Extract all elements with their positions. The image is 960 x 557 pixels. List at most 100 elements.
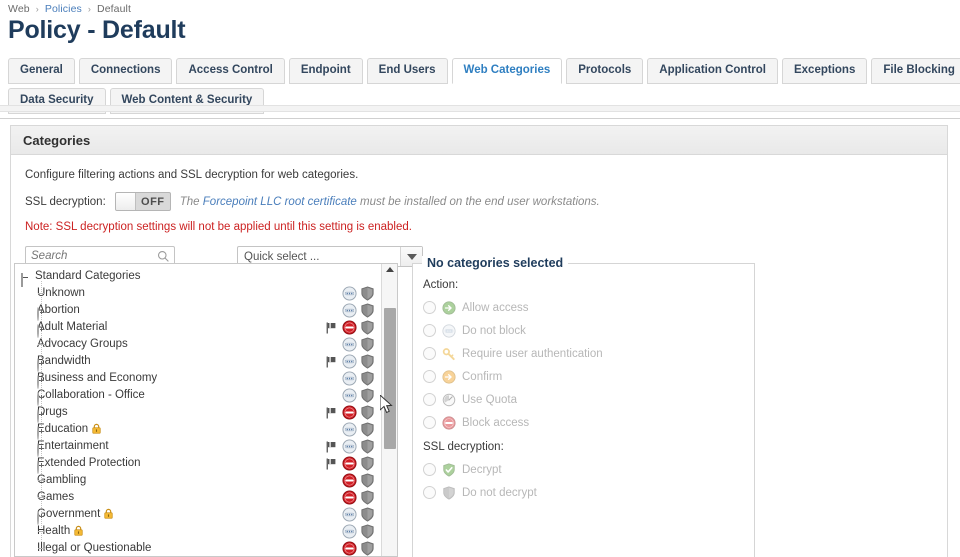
tree-row[interactable]: Abortion bbox=[15, 302, 397, 321]
option-decrypt[interactable]: Decrypt bbox=[423, 458, 754, 481]
action-icon-cell[interactable] bbox=[342, 405, 357, 420]
tree-row[interactable]: Education bbox=[15, 421, 397, 440]
tree-row[interactable]: Extended Protection bbox=[15, 455, 397, 474]
tree-row[interactable]: Bandwidth bbox=[15, 353, 397, 372]
option-confirm[interactable]: Confirm bbox=[423, 365, 754, 388]
ssl-icon-cell[interactable] bbox=[360, 422, 375, 437]
breadcrumb-separator-2: › bbox=[87, 4, 91, 14]
ssl-icon-cell[interactable] bbox=[360, 456, 375, 471]
action-icon-cell[interactable] bbox=[342, 456, 357, 471]
scroll-up-arrow-icon[interactable] bbox=[386, 267, 394, 272]
radio-button[interactable] bbox=[423, 393, 436, 406]
tab-connections[interactable]: Connections bbox=[78, 58, 173, 84]
tree-row[interactable]: Entertainment bbox=[15, 438, 397, 457]
tab-endpoint[interactable]: Endpoint bbox=[288, 58, 363, 84]
action-icon-cell[interactable] bbox=[342, 388, 357, 403]
action-icon-cell[interactable] bbox=[342, 320, 357, 335]
tree-row[interactable]: Games bbox=[15, 489, 397, 506]
option-block-access[interactable]: Block access bbox=[423, 411, 754, 434]
action-label: Action: bbox=[423, 279, 459, 291]
tree-expand-toggle[interactable] bbox=[37, 374, 46, 389]
breadcrumb-separator-1: › bbox=[35, 4, 39, 14]
option-do-not-decrypt[interactable]: Do not decrypt bbox=[423, 481, 754, 504]
tab-end-users[interactable]: End Users bbox=[366, 58, 448, 84]
confirm-icon bbox=[442, 369, 456, 384]
shield-gray-icon bbox=[361, 541, 374, 556]
tree-expand-toggle[interactable] bbox=[37, 442, 46, 457]
ssl-icon-cell[interactable] bbox=[360, 473, 375, 488]
tab-protocols[interactable]: Protocols bbox=[566, 58, 644, 84]
root-certificate-link[interactable]: Forcepoint LLC root certificate bbox=[203, 196, 357, 208]
radio-button[interactable] bbox=[423, 370, 436, 383]
tree-row[interactable]: Business and Economy bbox=[15, 370, 397, 389]
ssl-icon-cell[interactable] bbox=[360, 405, 375, 420]
shield-gray-icon bbox=[361, 354, 374, 369]
ssl-icon-cell[interactable] bbox=[360, 490, 375, 505]
ssl-icon-cell[interactable] bbox=[360, 524, 375, 539]
tree-expand-toggle[interactable] bbox=[37, 510, 46, 525]
ssl-icon-cell[interactable] bbox=[360, 286, 375, 301]
tree-expand-toggle[interactable] bbox=[37, 357, 46, 372]
ssl-icon-cell[interactable] bbox=[360, 439, 375, 454]
action-icon-cell[interactable] bbox=[342, 473, 357, 488]
tree-expand-toggle[interactable] bbox=[37, 391, 46, 406]
action-icon-cell[interactable] bbox=[342, 524, 357, 539]
tree-expand-toggle[interactable] bbox=[37, 425, 46, 440]
tab-application-control[interactable]: Application Control bbox=[647, 58, 778, 84]
tab-web-categories[interactable]: Web Categories bbox=[451, 58, 563, 84]
tree-row[interactable]: Unknown bbox=[15, 285, 397, 302]
tree-expand-toggle[interactable] bbox=[37, 408, 46, 423]
action-icon-cell[interactable] bbox=[342, 541, 357, 556]
ssl-icon-cell[interactable] bbox=[360, 354, 375, 369]
action-icon-cell[interactable] bbox=[342, 337, 357, 352]
tree-row[interactable]: Health bbox=[15, 523, 397, 540]
tree-row[interactable]: Illegal or Questionable bbox=[15, 540, 397, 556]
action-icon-cell[interactable] bbox=[342, 507, 357, 522]
do-not-block-icon bbox=[342, 286, 357, 301]
ssl-icon-cell[interactable] bbox=[360, 371, 375, 386]
option-allow-access[interactable]: Allow access bbox=[423, 296, 754, 319]
tab-exceptions[interactable]: Exceptions bbox=[781, 58, 868, 84]
action-icon-cell[interactable] bbox=[342, 371, 357, 386]
tree-row[interactable]: Gambling bbox=[15, 472, 397, 489]
tree-collapse-toggle[interactable] bbox=[21, 272, 30, 287]
option-use-quota[interactable]: Use Quota bbox=[423, 388, 754, 411]
action-icon-cell[interactable] bbox=[342, 354, 357, 369]
radio-button[interactable] bbox=[423, 416, 436, 429]
tab-access-control[interactable]: Access Control bbox=[176, 58, 285, 84]
tree-expand-toggle[interactable] bbox=[37, 323, 46, 338]
tab-file-blocking[interactable]: File Blocking bbox=[871, 58, 960, 84]
tree-row[interactable]: Government bbox=[15, 506, 397, 525]
tree-row-icons bbox=[342, 388, 375, 403]
tree-row[interactable]: Drugs bbox=[15, 404, 397, 423]
action-icon-cell[interactable] bbox=[342, 439, 357, 454]
ssl-icon-cell[interactable] bbox=[360, 388, 375, 403]
ssl-decryption-toggle[interactable]: OFF bbox=[114, 192, 171, 211]
tree-row-root[interactable]: Standard Categories bbox=[15, 268, 397, 287]
radio-button[interactable] bbox=[423, 347, 436, 360]
tree-row[interactable]: Adult Material bbox=[15, 319, 397, 338]
tree-expand-toggle[interactable] bbox=[37, 459, 46, 474]
scrollbar-thumb[interactable] bbox=[384, 308, 396, 449]
ssl-icon-cell[interactable] bbox=[360, 507, 375, 522]
radio-button[interactable] bbox=[423, 463, 436, 476]
action-icon-cell[interactable] bbox=[342, 490, 357, 505]
ssl-icon-cell[interactable] bbox=[360, 303, 375, 318]
ssl-icon-cell[interactable] bbox=[360, 541, 375, 556]
action-icon-cell[interactable] bbox=[342, 422, 357, 437]
action-icon-cell[interactable] bbox=[342, 286, 357, 301]
lock-icon bbox=[92, 423, 101, 434]
ssl-icon-cell[interactable] bbox=[360, 337, 375, 352]
tab-general[interactable]: General bbox=[8, 58, 75, 84]
ssl-icon-cell[interactable] bbox=[360, 320, 375, 335]
tree-row[interactable]: Collaboration - Office bbox=[15, 387, 397, 406]
radio-button[interactable] bbox=[423, 486, 436, 499]
action-icon-cell[interactable] bbox=[342, 303, 357, 318]
radio-button[interactable] bbox=[423, 324, 436, 337]
radio-button[interactable] bbox=[423, 301, 436, 314]
option-require-user-authentication[interactable]: Require user authentication bbox=[423, 342, 754, 365]
option-do-not-block[interactable]: Do not block bbox=[423, 319, 754, 342]
allow-icon bbox=[442, 300, 456, 315]
tree-expand-toggle[interactable] bbox=[37, 306, 46, 321]
tree-row[interactable]: Advocacy Groups bbox=[15, 336, 397, 353]
